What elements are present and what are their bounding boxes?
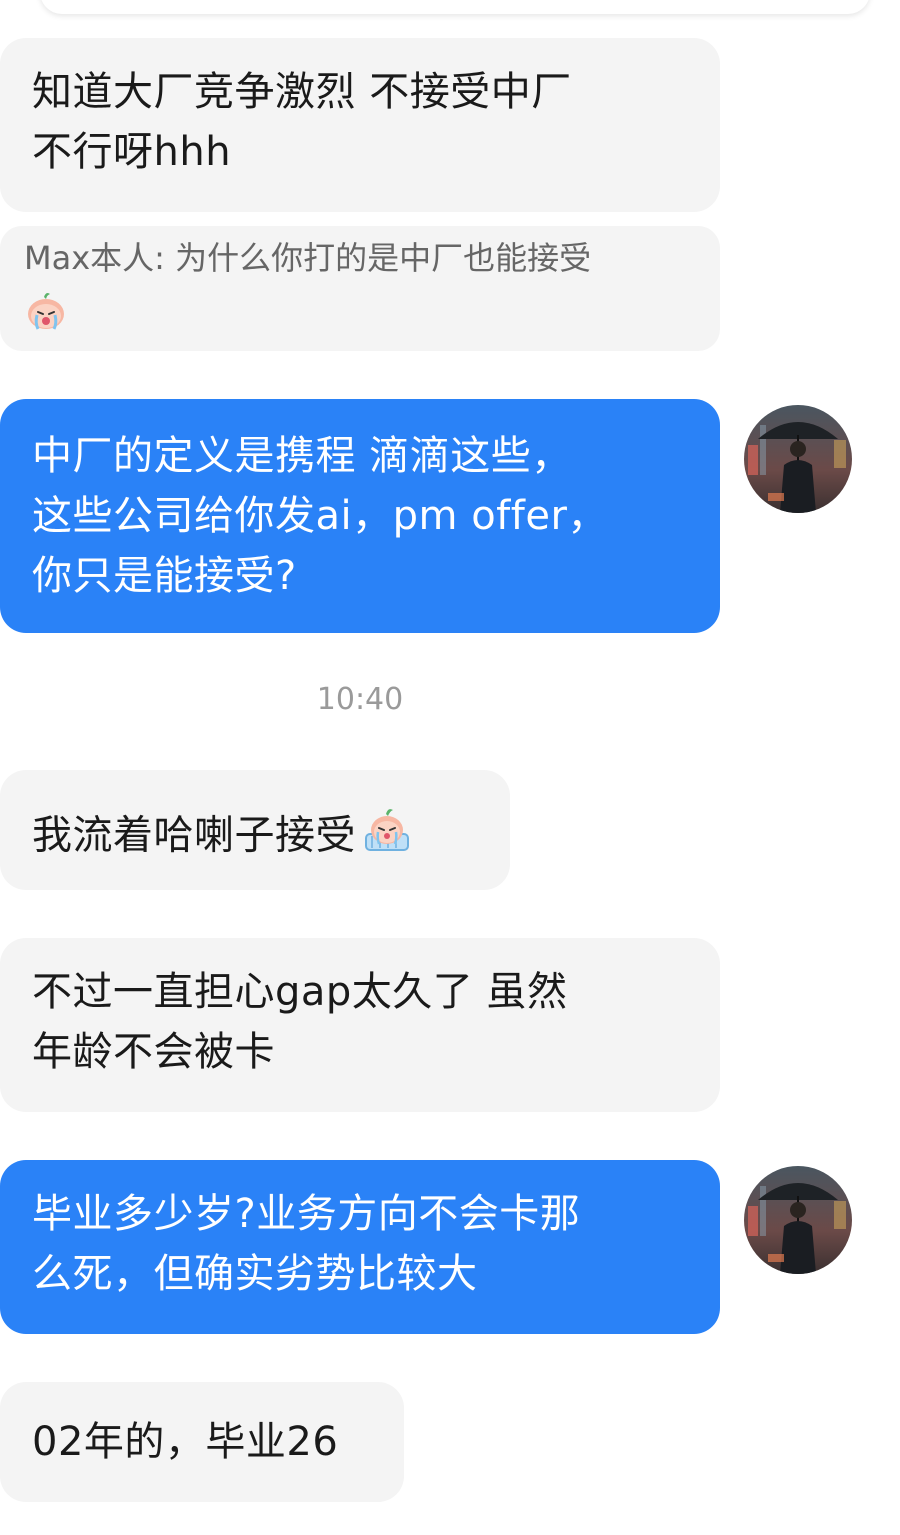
message-text-line: 毕业多少岁?业务方向不会卡那 — [32, 1191, 581, 1237]
message-bubble-outgoing[interactable]: 毕业多少岁?业务方向不会卡那 么死，但确实劣势比较大 — [0, 1160, 720, 1334]
message-timestamp: 10:40 — [316, 682, 404, 717]
quoted-message[interactable]: Max本人: 为什么你打的是中厂也能接受 — [0, 226, 720, 351]
message-text-line: 年龄不会被卡 — [32, 1029, 275, 1075]
message-text-line: 这些公司给你发ai，pm offer， — [32, 493, 608, 539]
message-text: 我流着哈喇子接受 — [32, 812, 356, 859]
quote-author: Max本人 — [24, 239, 155, 277]
avatar[interactable] — [744, 405, 852, 513]
avatar-man-with-umbrella-icon — [744, 1166, 852, 1274]
message-bubble-incoming[interactable]: 我流着哈喇子接受 — [0, 770, 510, 890]
message-text-line: 02年的，毕业26 — [32, 1419, 339, 1465]
quote-text: 为什么你打的是中厂也能接受 — [175, 239, 592, 277]
message-bubble-incoming[interactable]: 不过一直担心gap太久了 虽然 年龄不会被卡 — [0, 938, 720, 1112]
message-text-line: 不过一直担心gap太久了 虽然 — [32, 969, 568, 1015]
message-text-line: 你只是能接受? — [32, 553, 297, 599]
message-bubble-incoming[interactable]: 知道大厂竞争激烈 不接受中厂 不行呀hhh — [0, 38, 720, 212]
drooling-peach-emoji-icon — [358, 800, 416, 875]
message-bubble-outgoing[interactable]: 中厂的定义是携程 滴滴这些， 这些公司给你发ai，pm offer， 你只是能接… — [0, 399, 720, 633]
message-text-line: 中厂的定义是携程 滴滴这些， — [32, 433, 572, 479]
message-bubble-incoming[interactable]: 02年的，毕业26 — [0, 1382, 404, 1502]
avatar[interactable] — [744, 1166, 852, 1274]
quote-text-line: Max本人: 为什么你打的是中厂也能接受 — [24, 236, 696, 280]
message-text-line: 我流着哈喇子接受 — [32, 800, 478, 875]
previous-message-bubble-edge — [40, 0, 870, 14]
crying-peach-emoji-icon — [24, 288, 68, 343]
avatar-man-with-umbrella-icon — [744, 405, 852, 513]
message-text-line: 么死，但确实劣势比较大 — [32, 1251, 478, 1297]
message-text-line: 不行呀hhh — [32, 129, 232, 175]
quote-separator: : — [154, 239, 176, 277]
message-text-line: 知道大厂竞争激烈 不接受中厂 — [32, 69, 572, 115]
